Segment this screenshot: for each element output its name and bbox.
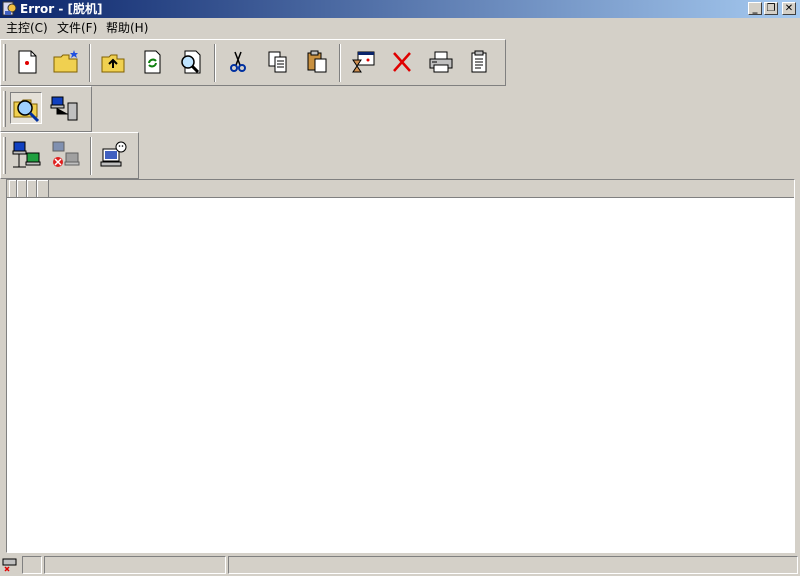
- network-server-icon: [50, 96, 78, 121]
- copy-icon: [268, 51, 287, 73]
- close-button[interactable]: ✕: [782, 2, 796, 15]
- list-view[interactable]: [6, 179, 795, 553]
- restore-button[interactable]: ❐: [764, 2, 778, 15]
- connect-computer-icon: [12, 141, 41, 168]
- search-folder-icon: [13, 99, 40, 123]
- app-icon[interactable]: [2, 1, 18, 17]
- menu-item-file[interactable]: 文件(F): [55, 20, 99, 36]
- schedule-button[interactable]: [347, 46, 379, 78]
- connect-toolbar: [0, 132, 139, 179]
- new-document-button[interactable]: [11, 46, 43, 78]
- status-pane: [228, 556, 798, 574]
- new-document-icon: [18, 50, 37, 74]
- column-header[interactable]: [37, 180, 49, 197]
- toolbar-separator: [214, 44, 216, 82]
- column-header[interactable]: [27, 180, 37, 197]
- find-button[interactable]: [174, 46, 206, 78]
- cut-icon: [230, 51, 246, 72]
- delete-icon: [393, 52, 411, 72]
- new-folder-button[interactable]: [49, 46, 81, 78]
- remote-user-icon: [100, 141, 127, 167]
- new-folder-icon: [53, 50, 78, 73]
- delete-button[interactable]: [386, 46, 418, 78]
- toolbar-grip[interactable]: [3, 91, 6, 127]
- toolbar-separator: [339, 44, 341, 82]
- search-folder-button[interactable]: [10, 92, 42, 124]
- up-folder-button[interactable]: [97, 46, 129, 78]
- status-pane: [22, 556, 42, 574]
- paste-icon: [307, 50, 327, 73]
- up-folder-icon: [101, 54, 125, 73]
- properties-button[interactable]: [463, 46, 495, 78]
- schedule-icon: [352, 51, 375, 73]
- refresh-icon: [144, 50, 161, 74]
- toolbar-separator: [90, 137, 92, 175]
- refresh-button[interactable]: [136, 46, 168, 78]
- copy-button[interactable]: [261, 46, 293, 78]
- toolbar-separator: [89, 44, 91, 82]
- remote-user-button[interactable]: [97, 139, 129, 171]
- network-server-button[interactable]: [48, 92, 80, 124]
- view-toolbar: [0, 86, 92, 132]
- window-title: Error - [脱机]: [20, 2, 103, 16]
- cut-button[interactable]: [222, 46, 254, 78]
- status-pane: [44, 556, 226, 574]
- offline-status-icon: [2, 558, 17, 572]
- minimize-button[interactable]: _: [748, 2, 762, 15]
- menu-bar: 主控(C) 文件(F) 帮助(H): [0, 18, 800, 38]
- paste-button[interactable]: [300, 46, 332, 78]
- list-header: [7, 180, 794, 198]
- status-bar: [0, 554, 800, 576]
- connect-computer-button[interactable]: [10, 139, 42, 171]
- print-icon: [429, 51, 453, 73]
- menu-item-help[interactable]: 帮助(H): [104, 20, 150, 36]
- properties-icon: [471, 50, 487, 73]
- toolbar-grip[interactable]: [3, 137, 6, 174]
- disconnect-computer-icon: [52, 141, 80, 167]
- toolbar-grip[interactable]: [3, 44, 6, 81]
- menu-item-console[interactable]: 主控(C): [4, 20, 50, 36]
- column-header[interactable]: [17, 180, 27, 197]
- main-toolbar: [0, 39, 506, 86]
- disconnect-computer-button[interactable]: [49, 139, 81, 171]
- find-icon: [181, 50, 201, 74]
- title-bar[interactable]: Error - [脱机] _ ❐ ✕: [0, 0, 800, 18]
- column-header[interactable]: [9, 180, 17, 197]
- print-button[interactable]: [425, 46, 457, 78]
